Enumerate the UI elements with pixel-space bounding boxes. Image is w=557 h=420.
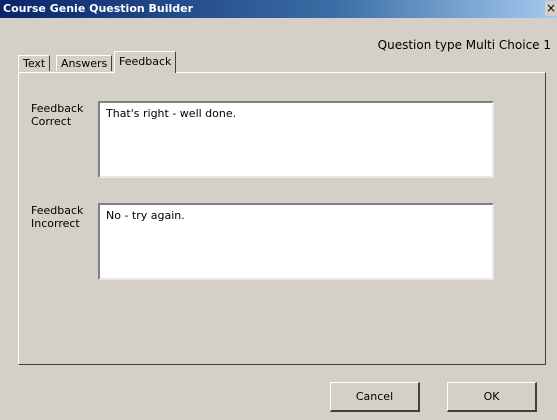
feedback-correct-field[interactable]: That's right - well done. — [98, 101, 494, 178]
cancel-button[interactable]: Cancel — [330, 382, 420, 412]
feedback-incorrect-label: Feedback Incorrect — [31, 204, 84, 230]
close-icon[interactable]: × — [545, 1, 557, 16]
ok-button[interactable]: OK — [447, 382, 537, 412]
question-type-label: Question type Multi Choice 1 — [377, 38, 551, 52]
window-title: Course Genie Question Builder — [3, 2, 194, 15]
feedback-correct-label: Feedback Correct — [31, 102, 84, 128]
tab-text[interactable]: Text — [18, 55, 51, 71]
tab-feedback[interactable]: Feedback — [114, 51, 177, 73]
feedback-incorrect-field[interactable]: No - try again. — [98, 203, 494, 280]
feedback-panel: Feedback Correct That's right - well don… — [18, 72, 546, 365]
title-bar: Course Genie Question Builder × — [0, 0, 557, 18]
tab-answers[interactable]: Answers — [56, 55, 113, 71]
